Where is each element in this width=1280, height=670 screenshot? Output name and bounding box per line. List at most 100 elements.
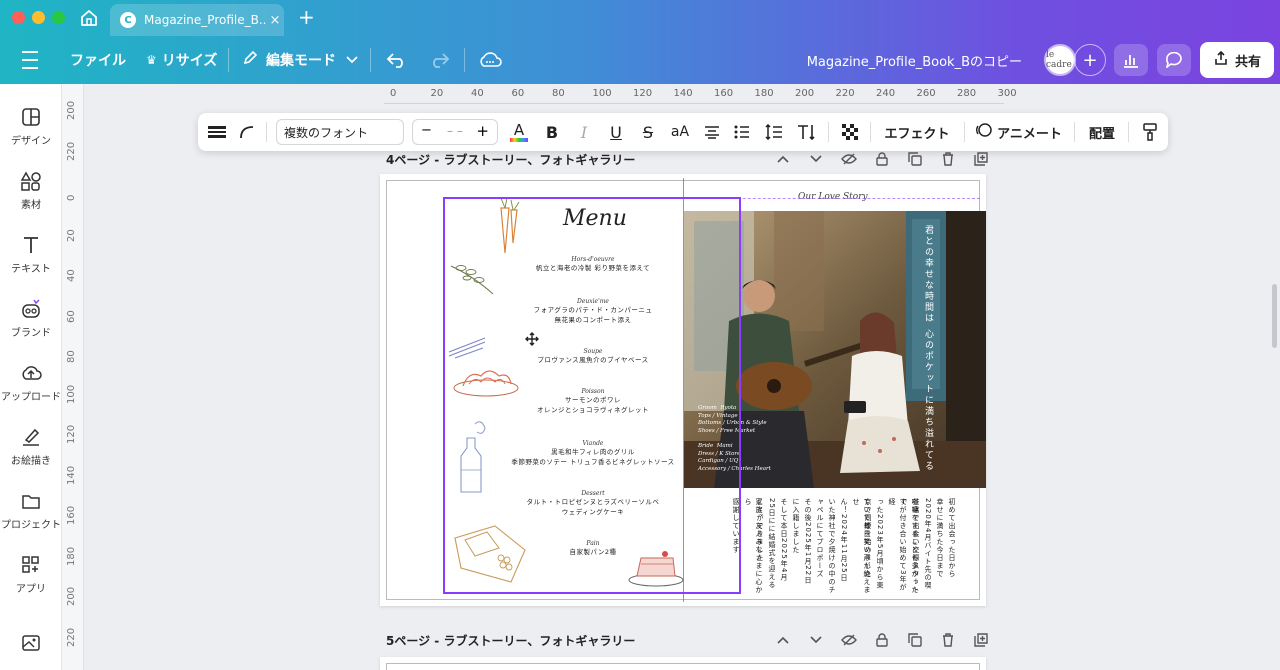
lock-icon[interactable] (865, 150, 898, 168)
chevron-down-icon (346, 52, 358, 68)
sidebar-item-design[interactable]: デザイン (0, 106, 62, 164)
sidebar-item-apps[interactable]: アプリ (0, 554, 62, 612)
alignment-guide-vertical (683, 178, 684, 602)
add-page-icon[interactable] (964, 150, 997, 168)
vertical-text-icon[interactable] (794, 113, 820, 151)
effects-button[interactable]: エフェクト (882, 113, 952, 151)
maximize-window-button[interactable] (52, 11, 65, 24)
course-name: Pain (586, 540, 600, 547)
left-sidebar: デザイン 素材 テキスト ブランド アップロード お絵描き プロジェクト アプリ (0, 84, 62, 670)
transparency-icon[interactable] (838, 113, 862, 151)
story-text-column: ャペルにてプロポーズ (816, 498, 824, 578)
resize-button[interactable]: ♛ リサイズ (146, 36, 217, 84)
font-size-decrease[interactable]: − (421, 123, 432, 138)
delete-page-icon[interactable] (931, 631, 964, 649)
pencil-icon (242, 50, 258, 70)
close-window-button[interactable] (12, 11, 25, 24)
line-spacing-icon[interactable] (762, 113, 786, 151)
insights-chart-icon[interactable] (1114, 44, 1148, 76)
story-text-column: 感謝しています (732, 498, 740, 554)
new-tab-button[interactable]: + (298, 7, 315, 27)
vertical-scrollbar[interactable] (1272, 284, 1277, 348)
text-color-button[interactable]: A (506, 113, 532, 151)
tab-title: Magazine_Profile_B... (144, 13, 266, 27)
share-button[interactable]: 共有 (1200, 42, 1274, 78)
ruler-tick: 60 (66, 309, 77, 323)
underline-button[interactable]: U (604, 113, 628, 151)
animate-button[interactable]: アニメート (974, 113, 1064, 151)
course-name: Dessert (581, 490, 605, 497)
tab-close-icon[interactable]: × (266, 13, 284, 28)
line-weight-icon[interactable] (206, 113, 228, 151)
position-button[interactable]: 配置 (1084, 113, 1120, 151)
share-upload-icon (1213, 50, 1229, 70)
lock-icon[interactable] (865, 631, 898, 649)
delete-page-icon[interactable] (931, 150, 964, 168)
ruler-tick: 240 (876, 88, 896, 99)
avatar[interactable]: le cadre (1044, 44, 1076, 76)
comment-icon[interactable] (1157, 44, 1191, 76)
paint-format-icon[interactable] (1138, 113, 1162, 151)
sidebar-item-draw[interactable]: お絵描き (0, 426, 62, 484)
move-cursor-icon (525, 332, 539, 346)
ruler-tick: 140 (673, 88, 693, 99)
add-collaborator-button[interactable]: + (1074, 44, 1106, 76)
sidebar-item-text[interactable]: テキスト (0, 234, 62, 292)
sidebar-label: アプリ (16, 584, 46, 595)
bold-button[interactable]: B (540, 113, 564, 151)
sidebar-item-upload[interactable]: アップロード (0, 362, 62, 420)
browser-tab[interactable]: C Magazine_Profile_B... × (110, 4, 284, 36)
font-family-select[interactable]: 複数のフォント (276, 119, 404, 145)
bullet-list-icon[interactable] (730, 113, 754, 151)
animate-label: アニメート (997, 126, 1062, 142)
home-icon[interactable] (78, 7, 100, 29)
ruler-tick: 220 (66, 627, 77, 647)
design-page-5[interactable] (380, 657, 986, 670)
menu-course: Pain 自家製パン2種 (443, 540, 743, 557)
move-page-down-icon[interactable] (799, 631, 832, 649)
menu-hamburger-icon[interactable] (18, 36, 42, 84)
add-page-icon[interactable] (964, 631, 997, 649)
undo-icon[interactable] (386, 36, 408, 84)
move-page-up-icon[interactable] (766, 150, 799, 168)
ruler-tick: 300 (997, 88, 1017, 99)
curve-text-icon[interactable] (236, 113, 258, 151)
font-size-value[interactable]: – – (447, 124, 463, 138)
move-page-down-icon[interactable] (799, 150, 832, 168)
share-label: 共有 (1234, 54, 1261, 70)
sidebar-label: 素材 (21, 200, 41, 211)
ruler-tick: 120 (66, 424, 77, 444)
duplicate-page-icon[interactable] (898, 631, 931, 649)
animate-icon (976, 122, 992, 142)
layout-icon (22, 108, 40, 126)
duplicate-page-icon[interactable] (898, 150, 931, 168)
upload-cloud-icon (22, 366, 42, 380)
page-title: 4ページ - ラブストーリー、フォトギャラリー (386, 153, 636, 167)
strikethrough-button[interactable]: S (636, 113, 660, 151)
document-title[interactable]: Magazine_Profile_Book_Bのコピー (807, 36, 1022, 84)
story-text-column: そして本日2025年4月 (780, 498, 788, 582)
font-size-increase[interactable]: + (476, 122, 489, 140)
font-size-stepper[interactable]: − – – + (412, 119, 498, 145)
hide-page-icon[interactable] (832, 631, 865, 649)
sidebar-item-projects[interactable]: プロジェクト (0, 490, 62, 548)
cloud-save-icon[interactable] (478, 36, 502, 84)
ruler-tick: 100 (592, 88, 612, 99)
minimize-window-button[interactable] (32, 11, 45, 24)
redo-icon[interactable] (428, 36, 450, 84)
edit-mode-button[interactable]: 編集モード (242, 36, 358, 84)
sidebar-item-brand[interactable]: ブランド (0, 298, 62, 356)
hide-page-icon[interactable] (832, 150, 865, 168)
ruler-tick: 200 (795, 88, 815, 99)
sidebar-item-photos[interactable] (0, 632, 62, 670)
sidebar-item-elements[interactable]: 素材 (0, 170, 62, 228)
ruler-tick: 200 (66, 586, 77, 606)
letter-case-button[interactable]: aA (666, 113, 694, 151)
story-text-column: その後2025年1月22日 (804, 498, 812, 585)
story-text-column: ていて毎日笑い声が絶えませ (852, 498, 871, 594)
move-page-up-icon[interactable] (766, 631, 799, 649)
file-menu-button[interactable]: ファイル (70, 36, 126, 84)
align-center-icon[interactable] (700, 113, 724, 151)
canva-favicon-icon: C (120, 12, 136, 28)
italic-button[interactable]: I (572, 113, 596, 151)
